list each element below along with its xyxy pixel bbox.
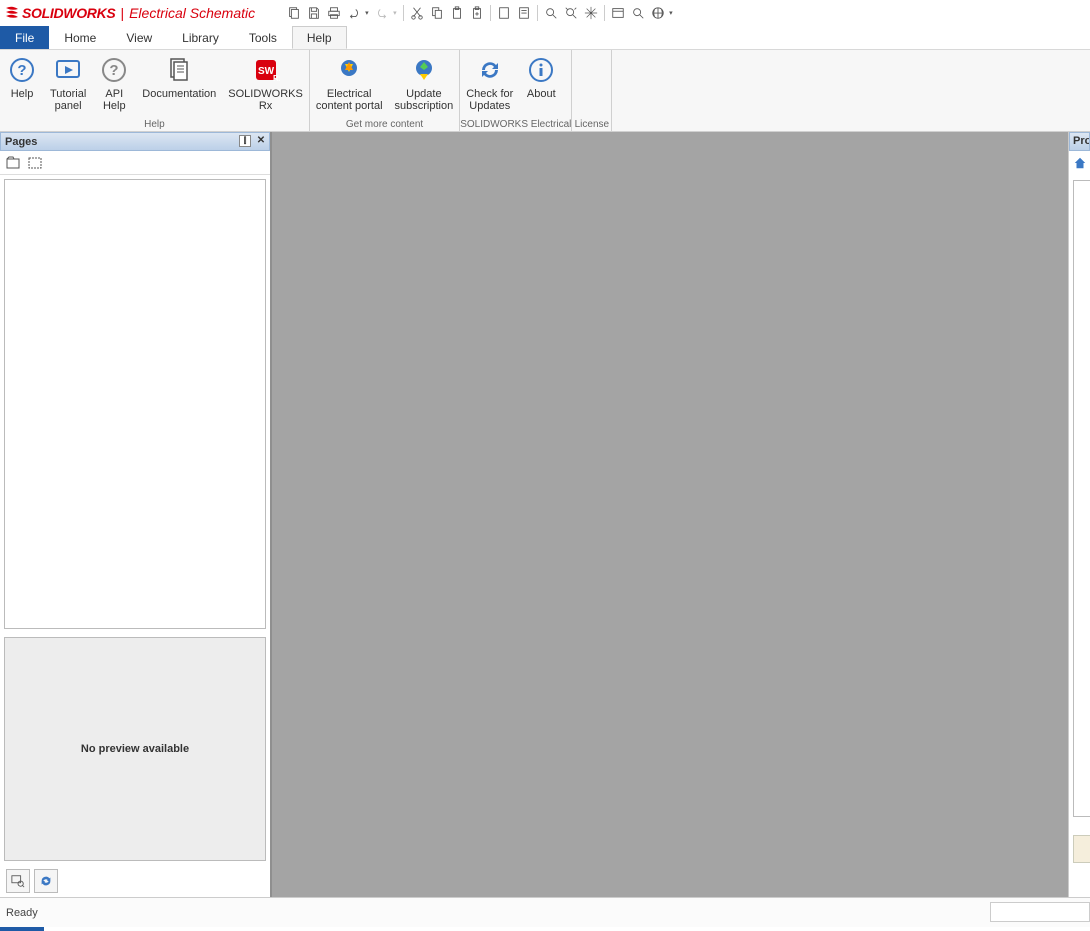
refresh-preview-icon[interactable] [34, 869, 58, 893]
undo-icon[interactable] [345, 4, 363, 22]
ribbon: ? Help Tutorial panel ? API Help Documen… [0, 50, 1090, 132]
paste-icon[interactable] [448, 4, 466, 22]
more-dropdown-icon[interactable]: ▾ [669, 9, 675, 17]
api-help-button[interactable]: ? API Help [92, 50, 136, 118]
redo-icon[interactable] [373, 4, 391, 22]
new-folder-icon[interactable] [4, 154, 22, 172]
about-button[interactable]: About [519, 50, 563, 118]
ribbon-caption-swe: SOLIDWORKS Electrical [460, 118, 571, 131]
ds-logo-icon [4, 5, 20, 21]
menu-file[interactable]: File [0, 26, 49, 49]
brand-subtitle: Electrical Schematic [129, 5, 255, 21]
portal-icon [333, 54, 365, 86]
right-bottom-box [1073, 835, 1090, 863]
doc2-icon[interactable] [515, 4, 533, 22]
right-panel-header: Pro [1069, 132, 1090, 151]
workspace: Pages ⫿ ✕ No preview available Pro [0, 132, 1090, 897]
ribbon-group-license: License [572, 50, 612, 131]
update-subscription-button[interactable]: Update subscription [389, 50, 460, 118]
status-text: Ready [6, 907, 38, 919]
check-updates-button[interactable]: Check for Updates [460, 50, 519, 118]
right-panel: Pro [1068, 132, 1090, 897]
app-logo: SOLIDWORKS | Electrical Schematic [4, 5, 255, 21]
ribbon-group-help: ? Help Tutorial panel ? API Help Documen… [0, 50, 310, 131]
refresh-icon [474, 54, 506, 86]
home-icon[interactable] [1072, 155, 1088, 171]
update-sub-icon [408, 54, 440, 86]
window-icon[interactable] [609, 4, 627, 22]
menu-bar: File Home View Library Tools Help [0, 26, 1090, 50]
ribbon-group-swe: Check for Updates About SOLIDWORKS Elect… [460, 50, 572, 131]
qat-separator-2 [490, 5, 491, 21]
help-icon: ? [6, 54, 38, 86]
documentation-icon [163, 54, 195, 86]
drawing-canvas[interactable] [272, 132, 1068, 897]
zoom-preview-icon[interactable] [6, 869, 30, 893]
undo-dropdown-icon[interactable]: ▾ [365, 9, 371, 17]
svg-text:?: ? [110, 62, 119, 79]
new-doc-icon[interactable] [285, 4, 303, 22]
tutorial-button[interactable]: Tutorial panel [44, 50, 92, 118]
redo-dropdown-icon[interactable]: ▾ [393, 9, 399, 17]
zoom-icon[interactable] [542, 4, 560, 22]
svg-text:Rx: Rx [273, 74, 280, 83]
ribbon-caption-help: Help [0, 118, 309, 131]
qat-separator-4 [604, 5, 605, 21]
quick-access-toolbar: ▾ ▾ ▾ [285, 4, 675, 22]
ribbon-caption-license: License [572, 118, 611, 131]
preview-area: No preview available [4, 637, 266, 861]
qat-separator [403, 5, 404, 21]
menu-library[interactable]: Library [167, 26, 234, 49]
copy-icon[interactable] [428, 4, 446, 22]
ribbon-caption-content: Get more content [310, 118, 459, 131]
find-icon[interactable] [629, 4, 647, 22]
brand-separator: | [120, 5, 124, 21]
brand-text: SOLIDWORKS [22, 5, 115, 21]
no-preview-text: No preview available [81, 743, 189, 755]
api-help-icon: ? [98, 54, 130, 86]
content-portal-button[interactable]: Electrical content portal [310, 50, 389, 118]
globe-icon[interactable] [649, 4, 667, 22]
print-icon[interactable] [325, 4, 343, 22]
menu-help[interactable]: Help [292, 26, 347, 49]
right-content[interactable] [1073, 180, 1090, 817]
status-recess [990, 902, 1090, 922]
menu-view[interactable]: View [111, 26, 167, 49]
pages-tree[interactable] [4, 179, 266, 629]
menu-home[interactable]: Home [49, 26, 111, 49]
menu-tools[interactable]: Tools [234, 26, 292, 49]
save-icon[interactable] [305, 4, 323, 22]
paste-special-icon[interactable] [468, 4, 486, 22]
doc1-icon[interactable] [495, 4, 513, 22]
rx-icon: SWRx [250, 54, 282, 86]
svg-text:?: ? [17, 62, 26, 79]
pages-title: Pages [5, 136, 37, 148]
bottom-accent [0, 927, 44, 931]
info-icon [525, 54, 557, 86]
play-icon [52, 54, 84, 86]
qat-separator-3 [537, 5, 538, 21]
solidworks-rx-button[interactable]: SWRx SOLIDWORKS Rx [222, 50, 309, 118]
pin-icon[interactable]: ⫿ [239, 135, 251, 147]
ribbon-group-content: Electrical content portal Update subscri… [310, 50, 460, 131]
help-button[interactable]: ? Help [0, 50, 44, 118]
documentation-button[interactable]: Documentation [136, 50, 222, 118]
status-bar: Ready [0, 897, 1090, 927]
close-icon[interactable]: ✕ [255, 135, 267, 147]
zoom-fit-icon[interactable] [562, 4, 580, 22]
titlebar: SOLIDWORKS | Electrical Schematic ▾ ▾ ▾ [0, 0, 1090, 26]
pages-toolbar [0, 151, 270, 175]
pages-panel: Pages ⫿ ✕ No preview available [0, 132, 272, 897]
thumbnail-icon[interactable] [26, 154, 44, 172]
pages-bottom-toolbar [0, 865, 270, 897]
pages-panel-header: Pages ⫿ ✕ [0, 132, 270, 151]
cut-icon[interactable] [408, 4, 426, 22]
snap-icon[interactable] [582, 4, 600, 22]
